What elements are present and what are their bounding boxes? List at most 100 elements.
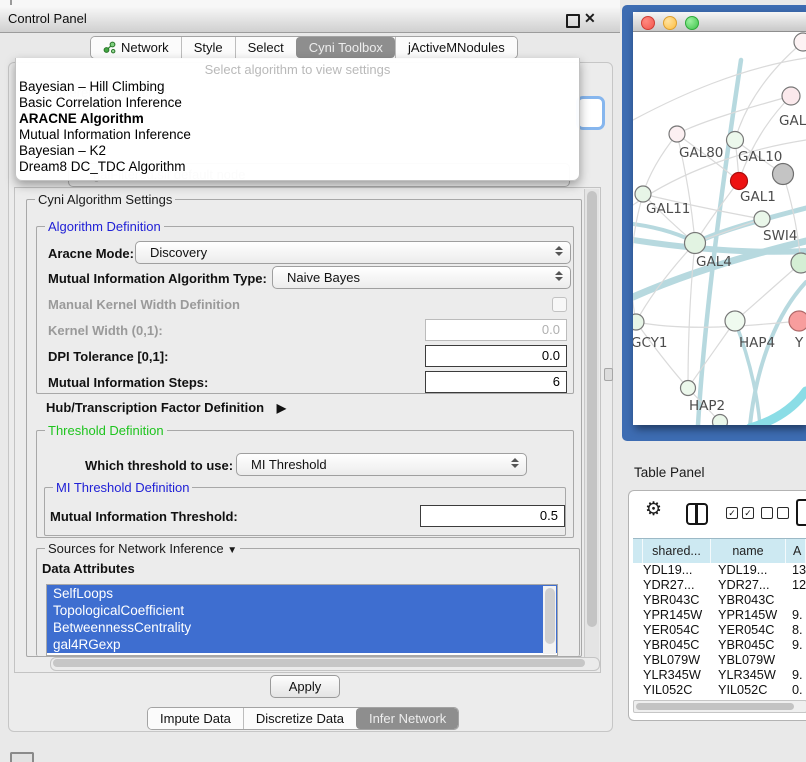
- attribute-item-selfloops[interactable]: SelfLoops: [47, 585, 557, 602]
- minimized-panel-icon[interactable]: [10, 752, 34, 762]
- algorithm-option-mutual-information-inference[interactable]: Mutual Information Inference: [16, 127, 579, 143]
- table-cell: 9.: [792, 668, 806, 683]
- network-node[interactable]: [685, 233, 706, 254]
- network-edge[interactable]: [688, 243, 695, 388]
- tab-select[interactable]: Select: [235, 37, 296, 58]
- tab-infer-network[interactable]: Infer Network: [356, 708, 458, 729]
- network-node[interactable]: [773, 164, 794, 185]
- close-icon[interactable]: ✕: [584, 10, 596, 27]
- algorithm-option-basic-correlation-inference[interactable]: Basic Correlation Inference: [16, 95, 579, 111]
- tab-style[interactable]: Style: [181, 37, 235, 58]
- table-header-stub[interactable]: [633, 539, 643, 563]
- table-cell: YBR043C: [643, 593, 718, 608]
- mi-steps-field[interactable]: 6: [425, 371, 567, 393]
- network-edge[interactable]: [643, 134, 677, 194]
- network-node[interactable]: [681, 381, 696, 396]
- table-cell: [792, 593, 806, 608]
- tab-discretize-data[interactable]: Discretize Data: [243, 708, 356, 729]
- network-window-titlebar[interactable]: [633, 12, 806, 32]
- network-node[interactable]: [727, 132, 744, 149]
- hub-definition-expander[interactable]: Hub/Transcription Factor Definition ▶: [46, 400, 286, 415]
- node-label-hap2: HAP2: [689, 398, 725, 414]
- table-row[interactable]: YBL079WYBL079W: [633, 653, 806, 668]
- which-threshold-combo[interactable]: MI Threshold: [236, 453, 527, 476]
- tab-impute-data[interactable]: Impute Data: [148, 708, 243, 729]
- aracne-mode-combo[interactable]: Discovery: [135, 241, 571, 264]
- network-edge[interactable]: [688, 321, 735, 388]
- attribute-item-betweennesscentrality[interactable]: BetweennessCentrality: [47, 619, 557, 636]
- algorithm-option-bayesian-hill-climbing[interactable]: Bayesian – Hill Climbing: [16, 79, 579, 95]
- float-window-icon[interactable]: [566, 14, 580, 28]
- apply-button[interactable]: Apply: [270, 675, 340, 698]
- table-row[interactable]: YPR145WYPR145W9.: [633, 608, 806, 623]
- network-node[interactable]: [791, 253, 806, 273]
- panel-splitter-handle[interactable]: [604, 368, 613, 381]
- settings-horizontal-scrollbar[interactable]: [50, 657, 600, 671]
- network-node[interactable]: [713, 415, 728, 426]
- which-threshold-value: MI Threshold: [251, 457, 327, 472]
- control-panel-title: Control Panel: [8, 11, 87, 26]
- manual-kernel-width-checkbox[interactable]: [552, 297, 567, 312]
- table-row[interactable]: YBR045CYBR045C9.: [633, 638, 806, 653]
- table-cell: 0.: [792, 683, 806, 697]
- tab-network[interactable]: Network: [91, 37, 181, 58]
- zoom-traffic-light-icon[interactable]: [685, 16, 699, 30]
- select-all-checkboxes-icon[interactable]: ✓ ✓: [726, 507, 754, 519]
- expand-arrow-icon: ▶: [277, 401, 286, 415]
- tab-jactivemnodules[interactable]: jActiveMNodules: [395, 37, 517, 58]
- split-columns-icon[interactable]: [686, 503, 708, 525]
- settings-vertical-scrollbar[interactable]: [584, 189, 599, 669]
- tab-cyni-toolbox[interactable]: Cyni Toolbox: [296, 37, 395, 58]
- table-row[interactable]: YER054CYER054C8.: [633, 623, 806, 638]
- attributes-scrollbar[interactable]: [543, 586, 556, 654]
- minimize-traffic-light-icon[interactable]: [663, 16, 677, 30]
- gear-icon[interactable]: ⚙: [645, 499, 662, 521]
- tab-label: Network: [121, 40, 169, 55]
- column-header-a[interactable]: A: [786, 539, 806, 563]
- deselect-all-checkboxes-icon[interactable]: [761, 507, 789, 519]
- table-row[interactable]: YDR27...YDR27...12: [633, 578, 806, 593]
- data-attributes-list[interactable]: SelfLoopsTopologicalCoefficientBetweenne…: [46, 584, 558, 656]
- table-cell: YBR045C: [643, 638, 718, 653]
- dpi-tolerance-field[interactable]: 0.0: [425, 345, 567, 367]
- network-node[interactable]: [725, 311, 745, 331]
- algorithm-definition-title: Algorithm Definition: [45, 219, 164, 234]
- attribute-item-gal4rgexp[interactable]: gal4RGexp: [47, 636, 557, 653]
- column-header-shared[interactable]: shared...: [643, 539, 711, 563]
- node-label-gal4: GAL4: [696, 254, 732, 270]
- network-edge[interactable]: [633, 58, 806, 120]
- table-row[interactable]: YBR043CYBR043C: [633, 593, 806, 608]
- manual-kernel-width-label: Manual Kernel Width Definition: [48, 297, 240, 312]
- network-node[interactable]: [633, 314, 644, 330]
- network-edge[interactable]: [735, 263, 801, 321]
- column-header-name[interactable]: name: [711, 539, 786, 563]
- table-row[interactable]: YDL19...YDL19...13: [633, 563, 806, 578]
- network-node[interactable]: [794, 33, 806, 51]
- algorithm-combo-focus-fragment[interactable]: [576, 96, 605, 130]
- checked-box-icon: ✓: [742, 507, 754, 519]
- algorithm-option-bayesian-k2[interactable]: Bayesian – K2: [16, 143, 579, 159]
- network-node[interactable]: [789, 311, 806, 331]
- mi-threshold-field[interactable]: 0.5: [420, 505, 565, 527]
- close-traffic-light-icon[interactable]: [641, 16, 655, 30]
- network-node[interactable]: [782, 87, 800, 105]
- tab-label: Infer Network: [369, 711, 446, 726]
- table-cell: YBL079W: [643, 653, 718, 668]
- attribute-item-topologicalcoefficient[interactable]: TopologicalCoefficient: [47, 602, 557, 619]
- network-node[interactable]: [731, 173, 748, 190]
- network-edge[interactable]: [633, 194, 643, 322]
- table-row[interactable]: YLR345WYLR345W9.: [633, 668, 806, 683]
- document-icon-partial[interactable]: [796, 499, 806, 526]
- network-node[interactable]: [669, 126, 685, 142]
- algorithm-option-aracne-algorithm[interactable]: ARACNE Algorithm: [16, 111, 579, 127]
- table-horizontal-scrollbar[interactable]: [633, 700, 806, 713]
- network-node[interactable]: [635, 186, 651, 202]
- mi-algorithm-type-combo[interactable]: Naive Bayes: [272, 266, 571, 289]
- network-canvas[interactable]: GALGAL80GAL10GAL1GAL11SWI4GAL4GCY1HAP4YH…: [633, 31, 806, 425]
- collapse-arrow-icon[interactable]: ▼: [227, 545, 237, 556]
- network-edge[interactable]: [636, 322, 688, 388]
- table-row[interactable]: YIL052CYIL052C0.: [633, 683, 806, 697]
- kernel-width-field[interactable]: 0.0: [425, 319, 567, 341]
- algorithm-option-dream8-dc-tdc-algorithm[interactable]: Dream8 DC_TDC Algorithm: [16, 159, 579, 175]
- network-node[interactable]: [754, 211, 770, 227]
